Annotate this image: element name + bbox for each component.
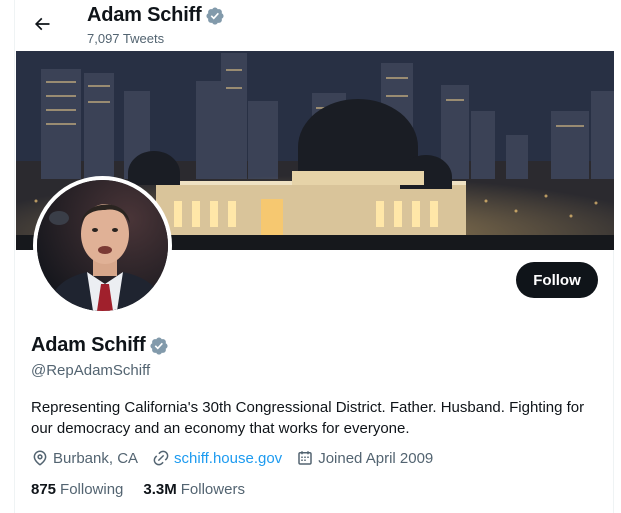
follow-button[interactable]: Follow bbox=[516, 262, 598, 298]
arrow-left-icon bbox=[34, 17, 50, 31]
location-item: Burbank, CA bbox=[31, 449, 138, 467]
followers-label: Followers bbox=[180, 481, 245, 498]
avatar[interactable] bbox=[33, 176, 172, 315]
link-icon bbox=[153, 450, 169, 466]
joined-item: Joined April 2009 bbox=[296, 449, 433, 467]
profile-handle: @RepAdamSchiff bbox=[31, 362, 151, 379]
calendar-icon bbox=[298, 451, 312, 465]
following-count: 875 bbox=[31, 481, 57, 498]
header-name: Adam Schiff bbox=[87, 4, 202, 26]
location-text: Burbank, CA bbox=[53, 449, 139, 467]
profile-header: Adam Schiff 7,097 Tweets bbox=[15, 0, 615, 51]
profile-bio: Representing California's 30th Congressi… bbox=[31, 399, 585, 437]
header-title: Adam Schiff bbox=[87, 4, 225, 27]
profile-stats: 875 Following 3.3M Followers bbox=[31, 481, 265, 498]
profile-column: Adam Schiff 7,097 Tweets Follow Adam Sch… bbox=[14, 0, 615, 513]
website-item[interactable]: schiff.house.gov bbox=[152, 449, 282, 467]
following-label: Following bbox=[60, 481, 124, 498]
header-tweet-count: 7,097 Tweets bbox=[87, 31, 165, 46]
back-button[interactable] bbox=[26, 8, 58, 40]
verified-badge-icon[interactable] bbox=[205, 6, 225, 26]
profile-name-row: Adam Schiff bbox=[31, 334, 169, 357]
followers-count: 3.3M bbox=[143, 481, 177, 498]
website-link[interactable]: schiff.house.gov bbox=[174, 450, 282, 467]
profile-meta: Burbank, CA schiff.house.gov Joined Apri… bbox=[31, 449, 447, 467]
following-link[interactable]: 875 Following bbox=[31, 481, 123, 498]
verified-badge-icon[interactable] bbox=[149, 336, 169, 356]
location-pin-icon bbox=[33, 450, 47, 466]
joined-text: Joined April 2009 bbox=[318, 449, 434, 467]
profile-name: Adam Schiff bbox=[31, 334, 146, 356]
followers-link[interactable]: 3.3M Followers bbox=[143, 481, 245, 498]
